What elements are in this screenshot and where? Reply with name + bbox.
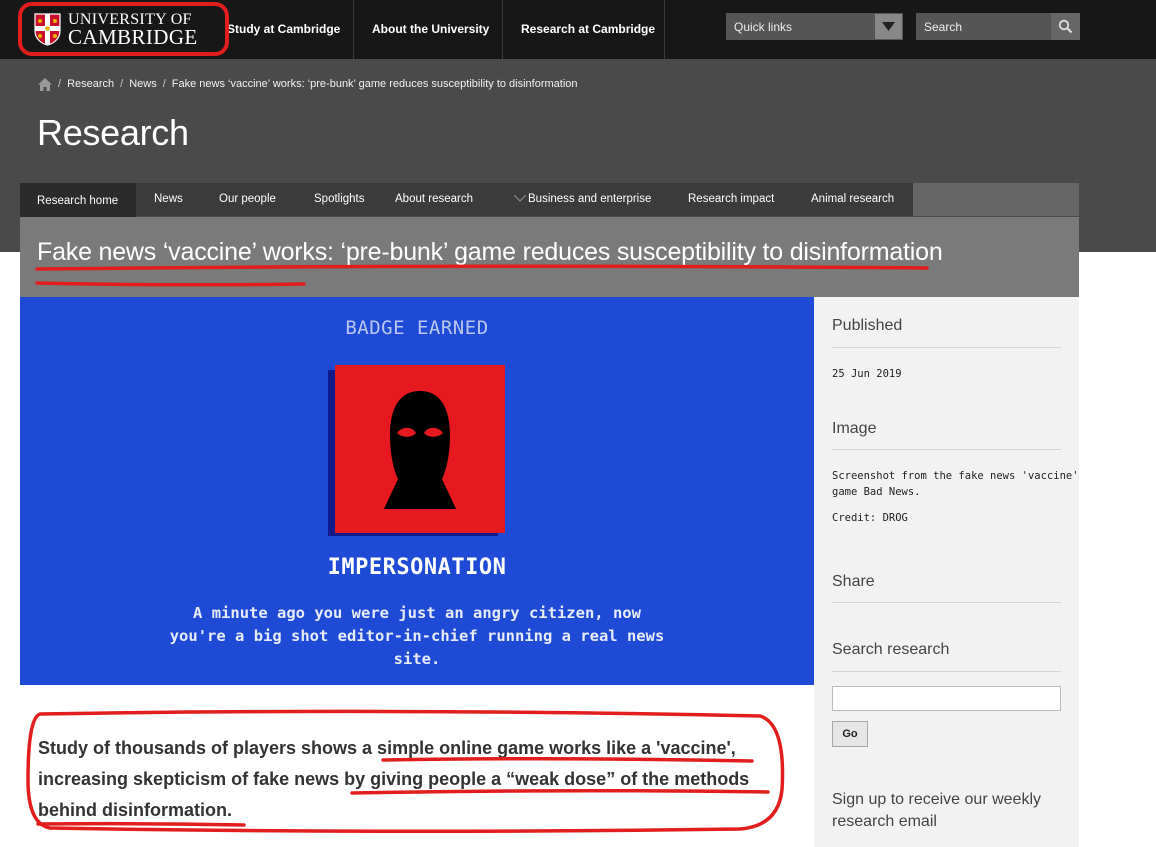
logo-text-line2: CAMBRIDGE	[68, 25, 198, 49]
divider	[832, 347, 1061, 348]
quick-links-dropdown-button[interactable]	[875, 14, 902, 39]
subnav-end-cap	[913, 183, 1079, 216]
chevron-down-icon[interactable]	[514, 195, 526, 202]
breadcrumb-separator: /	[162, 78, 166, 90]
chevron-down-icon	[882, 22, 895, 31]
nav-study-at-cambridge[interactable]: Study at Cambridge	[209, 0, 354, 59]
subnav-about-research[interactable]: About research	[395, 183, 473, 216]
nav-research-at-cambridge[interactable]: Research at Cambridge	[502, 0, 665, 59]
breadcrumb-current: Fake news ‘vaccine’ works: ‘pre-bunk’ ga…	[171, 78, 578, 90]
university-logo[interactable]: UNIVERSITY OF CAMBRIDGE	[30, 10, 210, 50]
hero-description: A minute ago you were just an angry citi…	[20, 602, 814, 671]
image-caption-line: Screenshot from the fake news 'vaccine'	[832, 470, 1079, 482]
search-icon	[1058, 19, 1073, 34]
search-research-heading: Search research	[832, 641, 950, 658]
balaclava-icon	[384, 391, 456, 509]
search-research-input[interactable]	[832, 686, 1061, 711]
research-subnav: Research home News Our people Spotlights…	[20, 183, 1079, 217]
newsletter-signup-line[interactable]: Sign up to receive our weekly	[832, 791, 1041, 809]
nav-about-the-university[interactable]: About the University	[353, 0, 503, 59]
site-search-button[interactable]	[1051, 13, 1080, 40]
page: UNIVERSITY OF CAMBRIDGE Study at Cambrid…	[0, 0, 1156, 847]
subnav-research-impact[interactable]: Research impact	[688, 183, 774, 216]
subnav-research-home[interactable]: Research home	[20, 183, 137, 217]
hero-description-line: you're a big shot editor-in-chief runnin…	[169, 627, 665, 645]
crest-icon	[34, 13, 61, 46]
summary-line: Study of thousands of players shows a si…	[38, 738, 736, 758]
hero-description-line: site.	[393, 650, 441, 668]
divider	[832, 671, 1061, 672]
global-header: UNIVERSITY OF CAMBRIDGE Study at Cambrid…	[0, 0, 1156, 59]
site-search-input[interactable]: Search	[916, 13, 1080, 40]
search-research-go-button[interactable]: Go	[832, 721, 868, 747]
article-sidebar: Published 25 Jun 2019 Image Screenshot f…	[814, 297, 1079, 847]
hero-badge-name: IMPERSONATION	[327, 555, 507, 580]
article-summary: Study of thousands of players shows a si…	[38, 733, 798, 826]
home-icon[interactable]	[38, 78, 52, 91]
breadcrumb-research[interactable]: Research	[67, 78, 114, 90]
hero-image: BADGE EARNED IMPERSONATION A minute ago …	[20, 297, 814, 685]
image-caption-line: game Bad News.	[832, 486, 921, 498]
image-credit: Credit: DROG	[832, 512, 908, 524]
summary-line: behind disinformation.	[38, 800, 232, 820]
quick-links-select[interactable]: Quick links	[726, 13, 903, 40]
site-search-placeholder: Search	[924, 20, 963, 34]
subnav-animal-research[interactable]: Animal research	[811, 183, 894, 216]
newsletter-signup-line[interactable]: research email	[832, 813, 937, 831]
hero-description-line: A minute ago you were just an angry citi…	[193, 604, 641, 622]
article-title: Fake news ‘vaccine’ works: ‘pre-bunk’ ga…	[37, 238, 943, 266]
divider	[832, 602, 1061, 603]
summary-line: increasing skepticism of fake news by gi…	[38, 769, 750, 789]
published-date: 25 Jun 2019	[832, 368, 902, 380]
breadcrumb: / Research / News / Fake news ‘vaccine’ works…	[38, 78, 578, 92]
quick-links-label: Quick links	[734, 20, 793, 34]
subnav-spotlights[interactable]: Spotlights	[314, 183, 365, 216]
subnav-business-and-enterprise[interactable]: Business and enterprise	[528, 183, 651, 216]
subnav-news[interactable]: News	[154, 183, 183, 216]
divider	[832, 449, 1061, 450]
image-heading: Image	[832, 420, 877, 437]
section-title: Research	[37, 112, 189, 153]
published-heading: Published	[832, 317, 903, 334]
breadcrumb-news[interactable]: News	[129, 78, 157, 90]
subnav-our-people[interactable]: Our people	[219, 183, 276, 216]
badge-square	[335, 365, 505, 533]
hero-badge-text: BADGE EARNED	[345, 317, 489, 339]
share-heading: Share	[832, 573, 875, 590]
breadcrumb-separator: /	[58, 78, 62, 90]
breadcrumb-separator: /	[120, 78, 124, 90]
